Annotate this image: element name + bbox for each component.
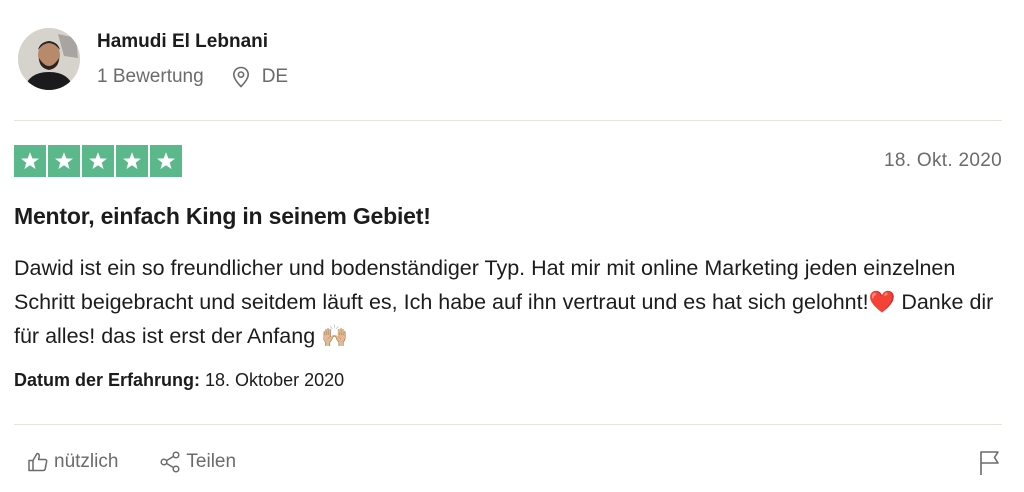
reviewer-name[interactable]: Hamudi El Lebnani	[97, 29, 288, 55]
review-card: Hamudi El Lebnani 1 Bewertung DE 18. Okt…	[0, 0, 1024, 492]
star-rating	[14, 145, 182, 177]
review-count: 1 Bewertung	[97, 66, 204, 87]
divider	[14, 424, 1002, 425]
raised-hands-emoji: 🙌🏼	[321, 324, 348, 348]
reviewer-location: DE	[261, 66, 289, 87]
share-button[interactable]: Teilen	[158, 450, 236, 474]
heart-emoji: ❤️	[868, 290, 896, 314]
flag-icon	[978, 449, 1002, 477]
review-actions: nützlich Teilen	[26, 450, 236, 474]
reviewer-meta: 1 Bewertung DE	[97, 65, 288, 89]
share-icon	[158, 450, 182, 474]
share-label: Teilen	[186, 451, 237, 472]
helpful-button[interactable]: nützlich	[26, 450, 118, 474]
thumbs-up-icon	[26, 450, 50, 474]
divider	[14, 120, 1002, 121]
experience-date-row: Datum der Erfahrung: 18. Oktober 2020	[14, 370, 344, 391]
star-icon	[82, 145, 114, 177]
star-icon	[14, 145, 46, 177]
location-pin-icon	[232, 66, 250, 88]
experience-date: 18. Oktober 2020	[205, 370, 345, 390]
reviewer-info: Hamudi El Lebnani 1 Bewertung DE	[97, 29, 288, 89]
avatar[interactable]	[18, 28, 80, 90]
experience-label: Datum der Erfahrung:	[14, 370, 201, 390]
star-icon	[150, 145, 182, 177]
helpful-label: nützlich	[54, 451, 119, 472]
review-body-text: Dawid ist ein so freundlicher und bodens…	[14, 256, 956, 314]
review-title[interactable]: Mentor, einfach King in seinem Gebiet!	[14, 203, 431, 230]
review-date: 18. Okt. 2020	[884, 150, 1002, 171]
reviewer-header: Hamudi El Lebnani 1 Bewertung DE	[18, 28, 288, 90]
report-button[interactable]	[978, 449, 1002, 477]
review-body: Dawid ist ein so freundlicher und bodens…	[14, 251, 994, 353]
star-icon	[48, 145, 80, 177]
star-icon	[116, 145, 148, 177]
